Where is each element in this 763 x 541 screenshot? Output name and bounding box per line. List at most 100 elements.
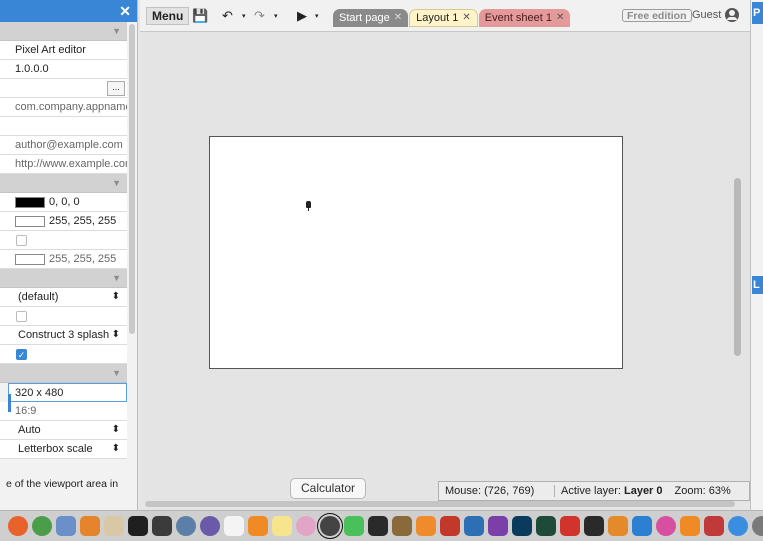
web-icon[interactable] (200, 516, 220, 536)
tab-layout-1[interactable]: Layout 1 ✕ (409, 9, 478, 27)
property-file-field[interactable]: ... (0, 79, 127, 98)
redo-dropdown-icon[interactable]: ▾ (274, 12, 278, 20)
heart-icon[interactable] (560, 516, 580, 536)
chrome-icon[interactable] (32, 516, 52, 536)
notes-icon[interactable] (272, 516, 292, 536)
messages-icon[interactable] (344, 516, 364, 536)
select-dropdown[interactable]: Letterbox scale ⬍ (10, 443, 122, 455)
close-icon[interactable]: ✕ (394, 9, 402, 27)
property-text-field[interactable]: Pixel Art editor (0, 41, 127, 60)
properties-scrollbar[interactable] (129, 24, 135, 334)
play-icon[interactable]: ▶ (297, 8, 307, 24)
tools-icon[interactable] (392, 516, 412, 536)
active-layer-label: Active layer: (561, 485, 621, 497)
browse-button[interactable]: ... (107, 81, 125, 96)
preview-icon[interactable] (104, 516, 124, 536)
tab-event-sheet-1[interactable]: Event sheet 1 ✕ (478, 9, 571, 27)
close-icon[interactable]: ✕ (556, 9, 564, 27)
property-text-field[interactable]: 1.0.0.0 (0, 60, 127, 79)
undo-icon[interactable]: ↶ (222, 8, 233, 24)
play-dropdown-icon[interactable]: ▾ (315, 12, 319, 20)
color-swatch[interactable] (15, 196, 45, 208)
pycharm-ce-icon[interactable] (368, 516, 388, 536)
audition-icon[interactable] (536, 516, 556, 536)
affinity-designer-icon[interactable] (464, 516, 484, 536)
property-checkbox-field[interactable] (0, 307, 127, 326)
app-store-icon[interactable] (728, 516, 748, 536)
itunes-icon[interactable] (656, 516, 676, 536)
property-checkbox-field[interactable]: ✓ (0, 345, 127, 364)
color-swatch[interactable] (15, 215, 45, 227)
user-name[interactable]: Guest (692, 9, 721, 21)
unity-icon[interactable] (152, 516, 172, 536)
save-icon[interactable]: 💾 (192, 8, 208, 24)
vlc-icon[interactable] (248, 516, 268, 536)
system-prefs-icon[interactable] (752, 516, 763, 536)
collapse-icon[interactable]: ▼ (112, 178, 121, 188)
horizontal-scrollbar[interactable] (145, 501, 735, 507)
vertical-scrollbar[interactable] (734, 178, 741, 356)
collapse-icon[interactable]: ▼ (112, 26, 121, 36)
select-value: Letterbox scale (18, 443, 93, 455)
close-icon[interactable]: ✕ (462, 9, 470, 27)
firefox-icon[interactable] (8, 516, 28, 536)
checkbox[interactable]: ✓ (16, 348, 27, 360)
select-dropdown[interactable]: Construct 3 splash ⬍ (10, 329, 122, 341)
property-text-field[interactable]: http://www.example.com (0, 155, 127, 174)
sublime-icon[interactable] (80, 516, 100, 536)
color-swatch[interactable] (15, 253, 45, 265)
property-section-header[interactable]: ▼ (0, 174, 127, 193)
property-checkbox-field[interactable] (0, 231, 127, 250)
garageband-icon[interactable] (608, 516, 628, 536)
photo-booth-icon[interactable] (704, 516, 724, 536)
property-text-field[interactable] (0, 117, 127, 136)
layers-panel-tab[interactable]: L (752, 276, 763, 294)
property-size-input[interactable]: 320 x 480 (8, 383, 127, 402)
calculator-icon[interactable] (317, 513, 343, 539)
pycharm-icon[interactable] (128, 516, 148, 536)
property-value: com.company.appname (15, 101, 127, 113)
books-icon[interactable] (416, 516, 436, 536)
user-icon[interactable] (725, 8, 739, 22)
pin-icon[interactable] (440, 516, 460, 536)
checkbox[interactable] (16, 234, 27, 246)
layout-canvas[interactable] (209, 136, 623, 369)
vlc2-icon[interactable] (680, 516, 700, 536)
tab-start-page[interactable]: Start page ✕ (333, 9, 409, 27)
undo-dropdown-icon[interactable]: ▾ (242, 12, 246, 20)
redo-icon[interactable]: ↷ (254, 8, 265, 24)
collapse-icon[interactable]: ▼ (112, 368, 121, 378)
property-section-header[interactable]: ▼ (0, 364, 127, 383)
launchpad-icon[interactable] (56, 516, 76, 536)
calendar-icon[interactable] (224, 516, 244, 536)
property-color-field[interactable]: 255, 255, 255 (0, 212, 127, 231)
appstore-icon[interactable] (632, 516, 652, 536)
color-value: 255, 255, 255 (49, 215, 117, 227)
network-icon[interactable] (176, 516, 196, 536)
piano-icon[interactable] (584, 516, 604, 536)
select-dropdown[interactable]: (default) ⬍ (10, 291, 122, 303)
photoshop-icon[interactable] (512, 516, 532, 536)
property-text-field[interactable]: com.company.appname (0, 98, 127, 117)
menu-button[interactable]: Menu (146, 7, 190, 25)
edition-badge[interactable]: Free edition (622, 9, 692, 22)
property-section-header[interactable]: ▼ (0, 22, 127, 41)
property-select-field[interactable]: Construct 3 splash ⬍ (0, 326, 127, 345)
property-color-field[interactable]: 0, 0, 0 (0, 193, 127, 212)
close-icon[interactable]: ✕ (119, 3, 131, 20)
affinity-photo-icon[interactable] (488, 516, 508, 536)
property-text-field[interactable]: 16:9 (0, 402, 127, 421)
property-select-field[interactable]: Letterbox scale ⬍ (0, 440, 127, 459)
photos-icon[interactable] (296, 516, 316, 536)
project-panel-tab[interactable]: P (752, 2, 763, 24)
property-text-field[interactable]: author@example.com (0, 136, 127, 155)
updown-arrow-icon: ⬍ (111, 424, 120, 435)
select-dropdown[interactable]: Auto ⬍ (10, 424, 122, 436)
property-section-header[interactable]: ▼ (0, 269, 127, 288)
layout-view[interactable] (141, 33, 750, 503)
property-select-field[interactable]: (default) ⬍ (0, 288, 127, 307)
property-color-field[interactable]: 255, 255, 255 (0, 250, 127, 269)
collapse-icon[interactable]: ▼ (112, 273, 121, 283)
checkbox[interactable] (16, 310, 27, 322)
property-select-field[interactable]: Auto ⬍ (0, 421, 127, 440)
